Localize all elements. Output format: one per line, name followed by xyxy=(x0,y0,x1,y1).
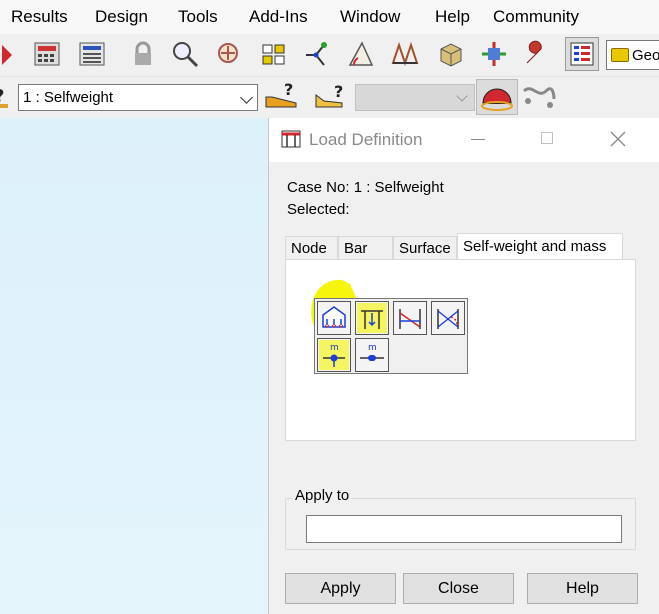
menu-bar: Results Design Tools Add-Ins Window Help… xyxy=(0,0,659,34)
svg-text:?: ? xyxy=(0,86,4,107)
menu-tools[interactable]: Tools xyxy=(178,7,218,27)
minimize-icon[interactable] xyxy=(471,139,485,140)
lock-icon[interactable] xyxy=(126,37,160,71)
zoom-icon[interactable] xyxy=(168,37,202,71)
self-weight-button-grid: m m xyxy=(314,298,468,374)
load-case-select[interactable]: 1 : Selfweight xyxy=(18,84,258,111)
dialog-titlebar[interactable]: Load Definition xyxy=(269,118,659,162)
maximize-icon[interactable] xyxy=(541,132,553,144)
mass-bar-button[interactable]: m xyxy=(355,338,389,372)
menu-results[interactable]: Results xyxy=(11,7,68,27)
menu-add-ins[interactable]: Add-Ins xyxy=(249,7,308,27)
chevron-down-icon xyxy=(240,91,253,104)
mass-node-label: m xyxy=(330,343,339,353)
structure-model-icon[interactable] xyxy=(257,37,291,71)
menu-help[interactable]: Help xyxy=(435,7,470,27)
case-no-line: Case No: 1 : Selfweight xyxy=(287,179,444,196)
apply-to-input[interactable] xyxy=(306,515,622,543)
self-weight-mass-mode-button[interactable] xyxy=(431,301,465,335)
tab-node[interactable]: Node xyxy=(285,236,338,260)
geometry-layout-label: Geo xyxy=(632,46,659,64)
help-button[interactable]: Help xyxy=(527,573,638,604)
self-weight-panel: m m xyxy=(285,259,636,441)
self-weight-frame-button[interactable] xyxy=(393,301,427,335)
case-no-label: Case No: xyxy=(287,179,350,196)
case-no-value: 1 : Selfweight xyxy=(353,179,444,196)
3d-axes-icon[interactable] xyxy=(477,37,511,71)
dialog-title: Load Definition xyxy=(309,130,423,149)
menu-design[interactable]: Design xyxy=(95,7,148,27)
load-definition-dialog: Load Definition Case No: 1 : Selfweight … xyxy=(268,118,659,614)
model-view[interactable] xyxy=(0,118,268,614)
zoom-window-icon[interactable] xyxy=(212,37,246,71)
angle-measure-icon[interactable] xyxy=(344,37,378,71)
arrow-icon[interactable] xyxy=(0,37,20,71)
tab-surface[interactable]: Surface xyxy=(393,236,457,260)
tab-self-weight-and-mass[interactable]: Self-weight and mass xyxy=(457,233,623,260)
tab-bar[interactable]: Bar xyxy=(338,236,393,260)
disabled-select xyxy=(355,84,475,111)
mass-node-button[interactable]: m xyxy=(317,338,351,372)
load-toolbar: ? 1 : Selfweight ? ? xyxy=(0,77,659,117)
mass-bar-label: m xyxy=(368,343,377,353)
load-definition-icon xyxy=(281,130,301,148)
self-weight-bars-button[interactable] xyxy=(355,301,389,335)
geometry-icon xyxy=(611,48,629,62)
geometry-layout-box[interactable]: Geo xyxy=(606,40,659,70)
menu-window[interactable]: Window xyxy=(340,7,400,27)
self-weight-structure-button[interactable] xyxy=(317,301,351,335)
load-case-value: 1 : Selfweight xyxy=(23,89,114,106)
fork-node-icon[interactable] xyxy=(300,37,334,71)
apply-button[interactable]: Apply xyxy=(285,573,396,604)
section-3d-icon[interactable] xyxy=(433,37,467,71)
table-calculator-icon[interactable] xyxy=(75,37,109,71)
deformation-icon[interactable] xyxy=(520,79,558,115)
calculator-icon[interactable] xyxy=(30,37,64,71)
close-button[interactable]: Close xyxy=(403,573,514,604)
svg-text:?: ? xyxy=(284,80,293,99)
load-table-icon[interactable]: ? xyxy=(310,79,348,115)
main-toolbar: Geo xyxy=(0,34,659,77)
selected-label: Selected: xyxy=(287,201,350,218)
chevron-down-icon xyxy=(456,90,468,102)
truss-icon[interactable] xyxy=(388,37,422,71)
menu-community[interactable]: Community xyxy=(493,7,579,27)
svg-text:?: ? xyxy=(334,82,343,101)
display-loads-icon[interactable] xyxy=(476,79,518,115)
apply-to-label: Apply to xyxy=(293,487,352,504)
load-definition-icon[interactable]: ? xyxy=(262,79,300,115)
close-icon[interactable] xyxy=(607,128,629,150)
load-case-question-icon[interactable]: ? xyxy=(0,79,10,115)
wrench-icon[interactable] xyxy=(519,37,553,71)
layout-tree-icon[interactable] xyxy=(565,37,599,71)
